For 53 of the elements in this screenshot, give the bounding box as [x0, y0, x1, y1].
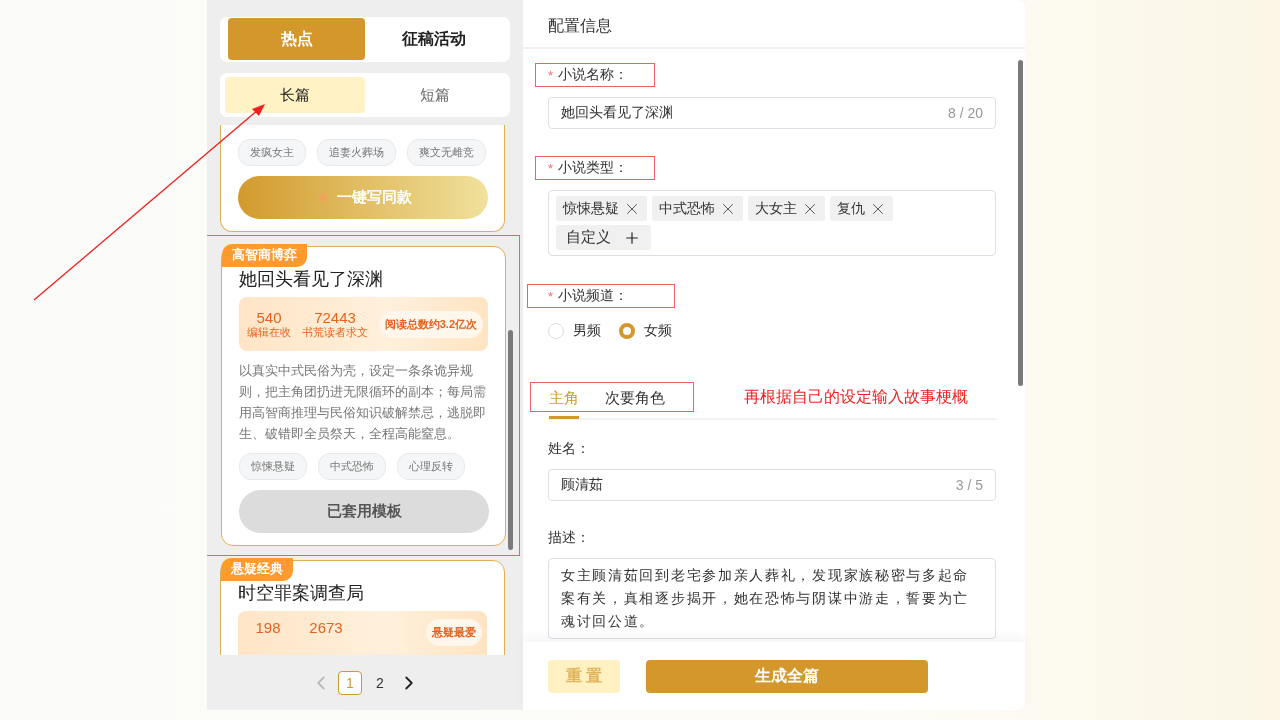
tag-label: 大女主 [755, 199, 797, 218]
char-counter: 8 / 20 [947, 105, 983, 121]
required-mark: * [548, 67, 554, 83]
name-input[interactable]: 顾清茹 3 / 5 [548, 469, 996, 501]
novel-description: 以真实中式民俗为壳，设定一条条诡异规则，把主角团扔进无限循环的副本；每局需用高智商推理与民俗知识破解禁忌，逃脱即生、破错即全员祭天，全程高能窒息。 [239, 363, 487, 443]
required-mark: * [548, 288, 554, 304]
tag: 惊悚悬疑 [239, 453, 307, 480]
scrollbar[interactable] [508, 330, 513, 550]
category-tab[interactable]: 征稿活动 [365, 18, 502, 60]
field-label: 姓名： [548, 440, 591, 458]
highlight-pill: 阅读总数约3.2亿次 [378, 310, 483, 338]
novel-title: 她回头看见了深渊 [239, 268, 384, 291]
genre-badge: 高智商博弈 [222, 244, 307, 267]
tag-label: 复仇 [837, 199, 865, 218]
title-input[interactable]: 她回头看见了深渊 8 / 20 [548, 97, 996, 129]
novel-card[interactable]: 发疯女主 追妻火葬场 爽文无雌竞 一键写同款 [220, 125, 505, 232]
tag: 发疯女主 [238, 139, 306, 166]
highlight-pill: 悬疑最爱 [426, 619, 482, 646]
channel-radio[interactable]: 男频 [548, 322, 601, 340]
novel-title: 时空罪案调查局 [238, 582, 365, 605]
scrollbar[interactable] [1018, 60, 1023, 386]
panel-title: 配置信息 [523, 0, 1025, 49]
novel-card[interactable]: 悬疑经典 时空罪案调查局 198 2673 悬疑最爱 [220, 560, 505, 655]
novel-card[interactable]: 高智商博弈 她回头看见了深渊 540 编辑在收 72443 书荒读者求文 阅读总数约3.2亿次 以真实中式民俗为壳，设定一条条诡异规则，把主角团扔进无限循环的副本；每局需用高智商推理与民俗知识破解禁忌，逃脱即生、破错即全员祭天，全程高能窒息。 惊悚悬疑 中式恐怖 心理反转 已套用模板 [221, 246, 506, 546]
genre-tag-box[interactable]: 惊悚悬疑 中式恐怖 大女主 复仇 自定义 [548, 190, 996, 256]
required-mark: * [548, 160, 554, 176]
stat-value: 2673 [309, 619, 343, 636]
annotation-note: 再根据自己的设定输入故事梗概 [744, 386, 968, 407]
tag-label: 惊悚悬疑 [563, 199, 619, 218]
tag: 追妻火葬场 [317, 139, 396, 166]
stat-value: 540 [256, 308, 282, 326]
page-number[interactable]: 2 [368, 670, 392, 695]
stat-label: 编辑在收 [247, 325, 291, 340]
char-counter: 3 / 5 [955, 477, 983, 493]
field-label: 描述： [548, 529, 591, 547]
field-label: 小说频道： [558, 287, 629, 305]
role-tab[interactable]: 次要角色 [605, 383, 665, 419]
stat-value: 72443 [314, 308, 356, 326]
genre-badge: 悬疑经典 [221, 558, 293, 581]
field-label: 小说类型： [558, 159, 629, 177]
description-textarea[interactable]: 女主顾清茹回到老宅参加亲人葬礼，发现家族秘密与多起命案有关，真相逐步揭开，她在恐怖与阴谋中游走，誓要为亡魂讨回公道。 [548, 558, 996, 639]
length-tab[interactable]: 短篇 [365, 77, 505, 113]
stat-value: 198 [255, 619, 281, 636]
tag: 爽文无雌竞 [407, 139, 486, 166]
field-label: 小说名称： [558, 66, 629, 84]
channel-radio[interactable]: 女频 [619, 322, 672, 340]
length-tab[interactable]: 长篇 [225, 77, 365, 113]
tag: 中式恐怖 [318, 453, 386, 480]
tag: 心理反转 [397, 453, 465, 480]
applied-template-button[interactable]: 已套用模板 [239, 490, 489, 533]
add-custom-tag-button[interactable]: 自定义 [556, 225, 651, 250]
tag-label: 中式恐怖 [659, 199, 715, 218]
stat-label: 书荒读者求文 [302, 325, 368, 340]
